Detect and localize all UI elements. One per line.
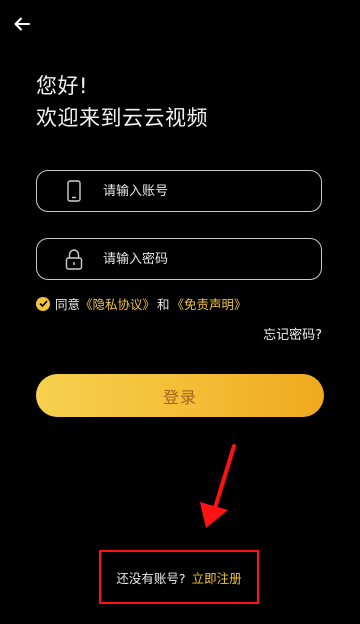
agree-and: 和 <box>157 297 170 312</box>
lock-icon <box>63 245 85 273</box>
register-highlight-box: 还没有账号? 立即注册 <box>99 550 259 604</box>
account-field[interactable] <box>36 170 322 212</box>
greeting-hello: 您好! <box>36 74 88 98</box>
back-button[interactable] <box>8 10 36 38</box>
login-button[interactable]: 登录 <box>36 374 324 417</box>
red-arrow-annotation <box>200 444 236 528</box>
account-input[interactable] <box>103 183 303 199</box>
forgot-password-link[interactable]: 忘记密码? <box>263 324 322 343</box>
password-field[interactable] <box>36 238 322 280</box>
agree-prefix: 同意 <box>55 297 81 312</box>
phone-icon <box>63 177 85 205</box>
arrow-left-icon <box>14 17 30 31</box>
disclaimer-link[interactable]: 《免责声明》 <box>172 294 247 313</box>
agree-checkbox[interactable] <box>36 296 50 311</box>
password-input[interactable] <box>103 251 303 267</box>
privacy-link[interactable]: 《隐私协议》 <box>80 294 155 313</box>
greeting-welcome: 欢迎来到云云视频 <box>36 106 208 130</box>
agreement-row: 同意 《隐私协议》 和 《免责声明》 <box>36 294 247 313</box>
checkmark-icon <box>38 300 48 307</box>
register-question: 还没有账号? <box>116 570 186 586</box>
register-link[interactable]: 立即注册 <box>192 568 242 587</box>
